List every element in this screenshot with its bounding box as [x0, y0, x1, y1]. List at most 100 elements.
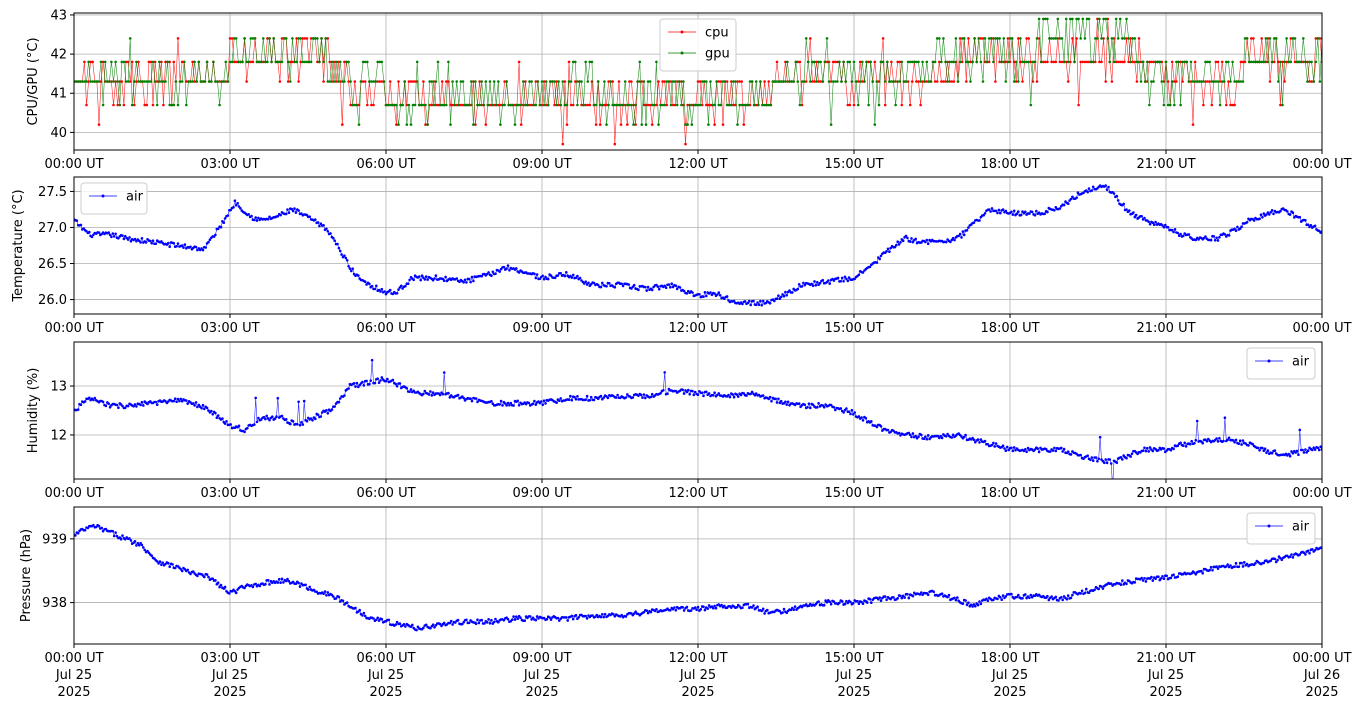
- data-point: [940, 592, 944, 595]
- data-point: [1107, 185, 1110, 189]
- data-point: [153, 80, 157, 83]
- x-tick-label: 06:00 UT: [356, 157, 415, 172]
- data-point: [75, 219, 79, 222]
- data-point: [357, 123, 361, 126]
- data-point: [114, 232, 117, 236]
- data-point: [370, 358, 374, 362]
- data-point: [334, 60, 338, 64]
- data-point: [1291, 211, 1295, 214]
- data-point: [534, 403, 538, 406]
- data-point: [357, 274, 360, 277]
- data-point: [827, 80, 831, 83]
- data-point: [953, 238, 956, 242]
- data-point: [1306, 80, 1309, 83]
- data-point: [1033, 60, 1037, 64]
- data-point: [1201, 441, 1204, 445]
- data-point: [1263, 447, 1267, 451]
- data-point: [298, 423, 302, 427]
- data-point: [725, 295, 729, 298]
- data-point: [211, 413, 214, 416]
- data-point: [1103, 461, 1106, 465]
- data-point: [234, 37, 238, 40]
- data-point: [1006, 60, 1010, 64]
- data-point: [424, 103, 427, 107]
- data-point: [857, 415, 861, 418]
- x-tick-label: 09:00 UT: [512, 651, 571, 666]
- data-point: [601, 103, 604, 107]
- data-point: [1000, 598, 1003, 601]
- data-point: [196, 574, 199, 578]
- data-point: [1225, 103, 1228, 107]
- data-point: [1165, 574, 1168, 578]
- data-point: [302, 399, 306, 403]
- data-point: [786, 400, 790, 404]
- data-point: [380, 617, 384, 621]
- data-point: [476, 618, 479, 621]
- data-point: [326, 230, 330, 233]
- data-point: [424, 275, 428, 278]
- data-point: [669, 103, 673, 107]
- x-tick-label: 06:00 UT: [356, 651, 415, 666]
- data-point: [1141, 60, 1145, 64]
- data-point: [351, 267, 355, 271]
- data-point: [584, 280, 587, 284]
- data-point: [828, 600, 831, 603]
- data-point: [843, 602, 847, 606]
- data-point: [1079, 37, 1082, 40]
- data-point: [510, 618, 514, 621]
- data-point: [391, 378, 395, 382]
- data-point: [352, 382, 356, 385]
- data-point: [1266, 449, 1270, 452]
- data-point: [992, 60, 995, 64]
- data-point: [1216, 567, 1220, 570]
- data-point: [347, 387, 350, 390]
- data-point: [603, 612, 607, 616]
- data-point: [535, 273, 539, 276]
- data-point: [594, 123, 598, 126]
- data-point: [1193, 442, 1196, 445]
- data-point: [797, 402, 801, 405]
- data-point: [756, 301, 759, 304]
- data-point: [186, 402, 189, 405]
- data-point: [775, 401, 779, 404]
- data-point: [135, 544, 138, 547]
- y-tick-label: 12: [50, 428, 67, 443]
- data-point: [79, 223, 83, 227]
- data-point: [1033, 213, 1037, 217]
- data-point: [1176, 231, 1180, 235]
- data-point: [194, 245, 198, 249]
- data-point: [886, 60, 889, 64]
- data-point: [858, 80, 862, 83]
- data-point: [158, 560, 162, 563]
- data-point: [122, 60, 126, 64]
- data-point: [1304, 60, 1307, 64]
- data-point: [1005, 445, 1009, 449]
- data-point: [380, 376, 384, 379]
- data-point: [655, 608, 658, 611]
- data-point: [626, 123, 629, 126]
- data-point: [602, 615, 605, 619]
- data-point: [1143, 216, 1146, 220]
- data-point: [467, 277, 471, 281]
- data-point: [329, 232, 332, 235]
- legend-label-air: air: [1292, 520, 1310, 535]
- data-point: [674, 609, 678, 612]
- data-point: [828, 282, 831, 285]
- data-point: [897, 431, 901, 435]
- data-point: [185, 399, 188, 402]
- data-point: [944, 435, 948, 438]
- data-point: [236, 201, 239, 205]
- data-point: [885, 250, 888, 253]
- data-point: [807, 402, 811, 406]
- data-point: [698, 103, 702, 107]
- data-point: [978, 219, 981, 222]
- data-point: [1097, 457, 1100, 461]
- data-point: [759, 299, 762, 303]
- data-point: [341, 123, 344, 126]
- data-point: [1189, 60, 1193, 64]
- data-point: [1234, 561, 1238, 565]
- data-point: [465, 618, 468, 622]
- data-point: [97, 80, 101, 83]
- data-point: [394, 623, 398, 626]
- data-point: [139, 403, 142, 407]
